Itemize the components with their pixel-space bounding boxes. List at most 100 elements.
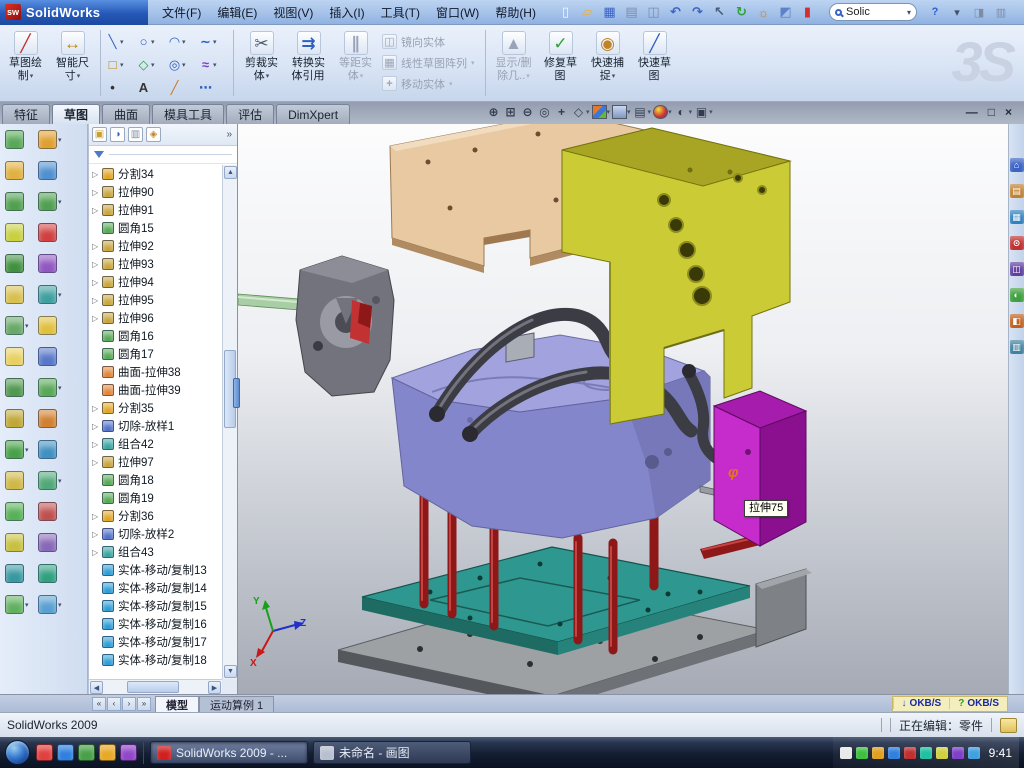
left-toolbar-button[interactable] <box>38 564 62 583</box>
tray-icon[interactable] <box>952 747 964 759</box>
filter-field[interactable] <box>109 154 232 155</box>
tray-icon[interactable] <box>936 747 948 759</box>
command-button[interactable]: ╱ 快速草 图 <box>631 28 678 96</box>
tree-item[interactable]: ▷ 切除-放样1 <box>89 417 222 435</box>
sketch-tool-button[interactable]: ∼▾ <box>198 30 229 53</box>
menu-item[interactable]: 帮助(H) <box>487 0 544 25</box>
zoom-to-fit-icon[interactable]: ⊕ <box>486 104 501 120</box>
file-explorer-icon[interactable]: ▦ <box>1010 210 1024 224</box>
tab-nav-button[interactable]: » <box>137 697 151 711</box>
left-toolbar-button[interactable] <box>38 223 62 242</box>
resources-icon[interactable]: ⌂ <box>1010 158 1024 172</box>
scrollbar-thumb[interactable] <box>127 681 179 693</box>
dropdown-icon[interactable]: ▾ <box>213 61 217 69</box>
dropdown-icon[interactable]: ▾ <box>58 136 62 144</box>
undo-icon[interactable]: ↶ <box>666 3 685 22</box>
edit-appearance-icon[interactable]: ▾ <box>653 105 672 119</box>
dropdown-icon[interactable]: ▾ <box>30 70 34 83</box>
scroll-up-icon[interactable]: ▲ <box>224 166 237 179</box>
custom-properties-icon[interactable]: ▥ <box>1010 340 1024 354</box>
expand-arrow-icon[interactable]: ▷ <box>92 440 101 449</box>
sketch-tool-button[interactable]: ≈▾ <box>198 53 229 76</box>
zoom-in-out-icon[interactable]: ⊖ <box>520 104 535 120</box>
dropdown-icon[interactable]: ▾ <box>25 601 29 609</box>
rebuild-icon[interactable]: ↻ <box>732 3 751 22</box>
left-toolbar-button[interactable] <box>38 440 62 459</box>
start-button[interactable] <box>5 740 30 765</box>
tree-item[interactable]: ▷ 切除-放样2 <box>89 525 222 543</box>
left-toolbar-button[interactable] <box>5 223 29 242</box>
model-tab[interactable]: 运动算例 1 <box>199 696 274 712</box>
view-settings-icon[interactable]: ▣ ▾ <box>694 104 713 120</box>
dropdown-icon[interactable]: ▾ <box>607 108 611 116</box>
left-toolbar-button[interactable] <box>5 161 29 180</box>
expand-arrow-icon[interactable]: ▷ <box>92 242 101 251</box>
hide-show-items-icon[interactable]: ▤ ▾ <box>633 104 652 120</box>
sketch-tool-button[interactable]: □▾ <box>105 53 136 76</box>
left-toolbar-button[interactable] <box>5 254 29 273</box>
expand-arrow-icon[interactable]: ▷ <box>92 530 101 539</box>
command-button[interactable]: ✓ 修复草 图 <box>537 28 584 96</box>
left-toolbar-button[interactable] <box>38 161 62 180</box>
open-icon[interactable]: ▱ <box>578 3 597 22</box>
tree-item[interactable]: 圆角16 <box>89 327 222 345</box>
search-box[interactable]: Solic ▾ <box>829 3 917 21</box>
dropdown-icon[interactable]: ▾ <box>25 322 29 330</box>
left-toolbar-button[interactable] <box>5 533 29 552</box>
scroll-down-icon[interactable]: ▼ <box>224 665 237 678</box>
expand-arrow-icon[interactable]: ▷ <box>92 404 101 413</box>
propertymanager-tab-icon[interactable]: ◑ <box>110 127 125 142</box>
tree-item[interactable]: ▷ 拉伸90 <box>89 183 222 201</box>
dropdown-icon[interactable]: ▾ <box>526 70 530 83</box>
minimize-button[interactable]: — <box>966 105 978 119</box>
expand-arrow-icon[interactable]: ▷ <box>92 458 101 467</box>
dropdown-icon[interactable]: ▾ <box>120 61 124 69</box>
rotate-view-icon[interactable]: ◎ <box>537 104 552 120</box>
tree-item[interactable]: ▷ 拉伸92 <box>89 237 222 255</box>
select-icon[interactable]: ↖ <box>710 3 729 22</box>
smart-dimension-button[interactable]: ↔ 智能尺 寸▾ <box>49 28 96 96</box>
expand-arrow-icon[interactable]: ▷ <box>92 422 101 431</box>
configurationmanager-tab-icon[interactable]: ▥ <box>128 127 143 142</box>
pan-icon[interactable]: + <box>554 104 569 120</box>
tree-item[interactable]: 圆角18 <box>89 471 222 489</box>
expand-arrow-icon[interactable]: ▷ <box>92 278 101 287</box>
tree-item[interactable]: ▷ 分割34 <box>89 165 222 183</box>
left-toolbar-button[interactable]: ▾ <box>38 285 62 304</box>
dropdown-icon[interactable]: ▾ <box>648 108 652 116</box>
sketch-tool-button[interactable]: ○▾ <box>136 30 167 53</box>
left-toolbar-button[interactable] <box>5 471 29 490</box>
quick-launch-icon[interactable] <box>120 744 137 761</box>
quick-launch-icon[interactable] <box>57 744 74 761</box>
tree-item[interactable]: ▷ 组合42 <box>89 435 222 453</box>
dropdown-icon[interactable]: ▾ <box>612 70 616 83</box>
command-button[interactable]: ✂ 剪裁实 体▾ <box>238 28 285 96</box>
tree-item[interactable]: ▷ 拉伸96 <box>89 309 222 327</box>
expand-arrow-icon[interactable]: ▷ <box>92 314 101 323</box>
tree-item[interactable]: 曲面-拉伸38 <box>89 363 222 381</box>
left-toolbar-button[interactable]: ▾ <box>38 130 62 149</box>
dropdown-icon[interactable]: ▾ <box>58 384 62 392</box>
tab-nav-button[interactable]: › <box>122 697 136 711</box>
left-toolbar-button[interactable]: ▾ <box>38 378 62 397</box>
dropdown-icon[interactable]: ▾ <box>151 61 155 69</box>
tree-item[interactable]: ▷ 拉伸94 <box>89 273 222 291</box>
menu-item[interactable]: 文件(F) <box>154 0 209 25</box>
search-dropdown-icon[interactable]: ▾ <box>907 8 911 17</box>
left-toolbar-button[interactable]: ▾ <box>38 595 62 614</box>
left-toolbar-button[interactable] <box>5 378 29 397</box>
restore-button[interactable]: □ <box>988 105 995 119</box>
dropdown-icon[interactable]: ▾ <box>449 80 453 88</box>
print-preview-icon[interactable]: ◫ <box>644 3 663 22</box>
horizontal-scrollbar[interactable]: ◀ ▶ <box>89 679 222 694</box>
command-button[interactable]: ▲ 显示/删 除几..▾ <box>490 28 537 96</box>
dropdown-icon[interactable]: ▾ <box>120 38 124 46</box>
zoom-to-area-icon[interactable]: ⊞ <box>503 104 518 120</box>
command-button[interactable]: + 移动实体 ▾ <box>379 73 481 94</box>
expand-arrow-icon[interactable]: ▷ <box>92 188 101 197</box>
tray-icon[interactable] <box>904 747 916 759</box>
tab-nav-button[interactable]: ‹ <box>107 697 121 711</box>
left-toolbar-button[interactable]: ▾ <box>5 595 29 614</box>
sketch-tool-button[interactable]: ◎▾ <box>167 53 198 76</box>
dimxpertmanager-tab-icon[interactable]: ◈ <box>146 127 161 142</box>
